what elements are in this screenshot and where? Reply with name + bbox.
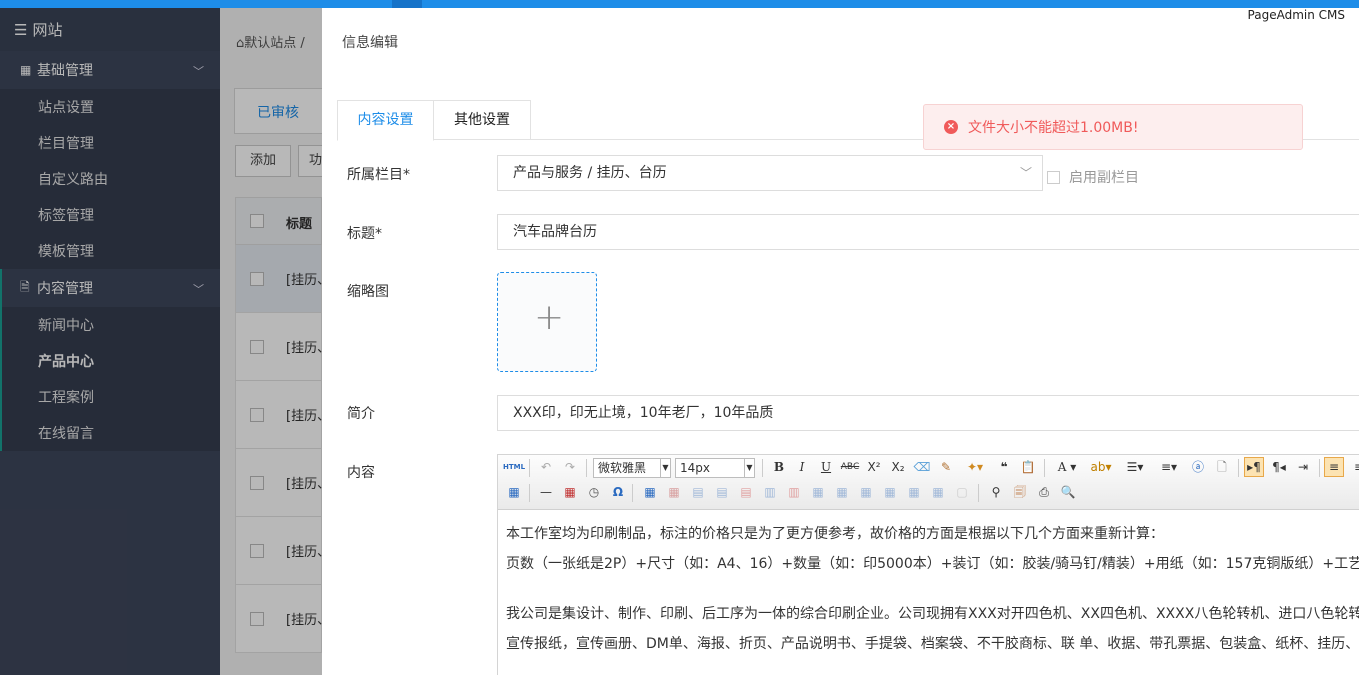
thumbnail-upload[interactable]: + (497, 272, 597, 372)
subscript-icon[interactable]: X₂ (888, 458, 908, 478)
ordered-list-icon[interactable]: ☰▾ (1120, 458, 1150, 478)
font-family-value: 微软雅黑 (598, 461, 647, 475)
tab-content-settings[interactable]: 内容设置 (337, 100, 434, 141)
font-size-select[interactable]: 14px ▼ (675, 458, 755, 478)
toolbar-separator (1319, 459, 1320, 477)
page-break-icon[interactable]: 🗋 (1212, 458, 1232, 478)
tab-other-settings[interactable]: 其他设置 (434, 100, 531, 140)
delete-column-icon[interactable]: ▥ (784, 483, 804, 503)
editor-content[interactable]: 本工作室均为印刷制品，标注的价格只是为了更方便参考，故价格的方面是根据以下几个方… (498, 510, 1359, 668)
dropdown-arrow-icon: ▼ (660, 459, 670, 477)
delete-row-icon[interactable]: ▤ (736, 483, 756, 503)
split-cols-icon[interactable]: ▦ (928, 483, 948, 503)
horizontal-rule-icon[interactable]: — (536, 483, 556, 503)
title-input[interactable]: 汽车品牌台历 (497, 214, 1359, 250)
redo-icon[interactable]: ↷ (560, 458, 580, 478)
undo-icon[interactable]: ↶ (536, 458, 556, 478)
ltr-direction-icon[interactable]: ▸¶ (1244, 457, 1264, 477)
title-label: 标题* (347, 226, 382, 242)
merge-right-icon[interactable]: ▦ (832, 483, 852, 503)
error-icon: × (944, 120, 958, 134)
content-paragraph: 本工作室均为印刷制品，标注的价格只是为了更方便参考，故价格的方面是根据以下几个方… (506, 526, 1164, 542)
html-source-button[interactable]: HTML (503, 458, 525, 478)
toolbar-separator (1044, 459, 1045, 477)
error-toast: × 文件大小不能超过1.00MB! (923, 104, 1303, 150)
insert-row-icon[interactable]: ▤ (712, 483, 732, 503)
bold-icon[interactable]: B (769, 458, 789, 478)
modal-overlay[interactable] (0, 8, 322, 675)
toolbar-separator (978, 484, 979, 502)
category-label: 所属栏目* (347, 167, 410, 183)
rich-text-editor: HTML ↶ ↷ 微软雅黑 ▼ 14px ▼ B I U ABC X² X₂ ⌫ ✎… (497, 454, 1359, 675)
italic-icon[interactable]: I (792, 458, 812, 478)
content-paragraph: 宣传报纸，宣传画册、DM单、海报、折页、产品说明书、手提袋、档案袋、不干胶商标、… (506, 636, 1359, 652)
content-paragraph: 我公司是集设计、制作、印刷、后工序为一体的综合印刷企业。公司现拥有XXX对开四色… (506, 606, 1359, 622)
toolbar-separator (529, 459, 530, 477)
time-icon[interactable]: ◷ (584, 483, 604, 503)
insert-table-icon[interactable]: ▦ (640, 483, 660, 503)
summary-input[interactable]: XXX印，印无止境，10年老厂，10年品质 (497, 395, 1359, 431)
table-props-icon[interactable]: ▢ (952, 483, 972, 503)
split-rows-icon[interactable]: ▦ (904, 483, 924, 503)
category-select[interactable]: 产品与服务 / 挂历、台历 ﹀ (497, 155, 1043, 191)
strikethrough-icon[interactable]: ABC (840, 458, 860, 478)
toolbar-separator (586, 459, 587, 477)
auto-format-icon[interactable]: ✦▾ (960, 458, 990, 478)
summary-label: 简介 (347, 406, 375, 422)
toolbar-separator (529, 484, 530, 502)
underline-icon[interactable]: U (816, 458, 836, 478)
panel-title: 信息编辑 (342, 35, 398, 51)
template-icon[interactable]: ▦ (504, 483, 524, 503)
font-family-select[interactable]: 微软雅黑 ▼ (593, 458, 671, 478)
toast-message: 文件大小不能超过1.00MB! (968, 120, 1139, 136)
search-replace-icon[interactable]: ⚲ (986, 483, 1006, 503)
dropdown-arrow-icon: ▼ (744, 459, 754, 477)
top-bar (0, 0, 1359, 8)
highlight-color-icon[interactable]: ab▾ (1086, 458, 1116, 478)
insert-column-icon[interactable]: ▥ (760, 483, 780, 503)
indent-icon[interactable]: ⇥ (1293, 458, 1313, 478)
delete-table-icon[interactable]: ▦ (664, 483, 684, 503)
insert-caption-icon[interactable]: ▤ (688, 483, 708, 503)
sub-category-checkbox[interactable] (1047, 170, 1060, 184)
brand-label: PageAdmin CMS (1247, 8, 1345, 22)
rtl-direction-icon[interactable]: ¶◂ (1269, 458, 1289, 478)
anchor-icon[interactable]: ⓐ (1188, 458, 1208, 478)
merge-cells-icon[interactable]: ▦ (808, 483, 828, 503)
align-left-icon[interactable]: ≡ (1324, 457, 1344, 477)
paste-plain-icon[interactable]: 📋 (1018, 458, 1038, 478)
split-cells-icon[interactable]: ▦ (880, 483, 900, 503)
plus-icon: + (534, 297, 565, 338)
font-size-value: 14px (680, 461, 710, 475)
font-color-icon[interactable]: A ▾ (1052, 458, 1082, 478)
chevron-down-icon: ﹀ (1019, 166, 1032, 180)
eraser-icon[interactable]: ⌫ (912, 458, 932, 478)
toolbar-separator (1238, 459, 1239, 477)
toolbar-separator (632, 484, 633, 502)
sub-category-toggle[interactable]: 启用副栏目 (1047, 167, 1139, 187)
print-icon[interactable]: ⎙ (1034, 483, 1054, 503)
editor-toolbar: HTML ↶ ↷ 微软雅黑 ▼ 14px ▼ B I U ABC X² X₂ ⌫ ✎… (498, 455, 1359, 510)
drafts-icon[interactable]: 🗐 (1010, 483, 1030, 503)
top-bar-segment (392, 0, 422, 8)
merge-down-icon[interactable]: ▦ (856, 483, 876, 503)
category-value: 产品与服务 / 挂历、台历 (513, 165, 667, 181)
unordered-list-icon[interactable]: ≡▾ (1154, 458, 1184, 478)
content-label: 内容 (347, 465, 375, 481)
thumbnail-label: 缩略图 (347, 284, 389, 300)
preview-icon[interactable]: 🔍 (1058, 483, 1078, 503)
superscript-icon[interactable]: X² (864, 458, 884, 478)
toolbar-separator (762, 459, 763, 477)
edit-panel: PageAdmin CMS 信息编辑 内容设置 其他设置 × 文件大小不能超过1… (322, 8, 1359, 675)
date-icon[interactable]: ▦ (560, 483, 580, 503)
align-center-icon[interactable]: ≡ (1349, 458, 1359, 478)
sub-category-label: 启用副栏目 (1069, 170, 1139, 186)
format-painter-icon[interactable]: ✎ (936, 458, 956, 478)
content-paragraph: 页数（一张纸是2P）+尺寸（如：A4、16）+数量（如：印5000本）+装订（如… (506, 556, 1359, 572)
special-char-icon[interactable]: Ω (608, 483, 628, 503)
blockquote-icon[interactable]: ❝ (994, 458, 1014, 478)
